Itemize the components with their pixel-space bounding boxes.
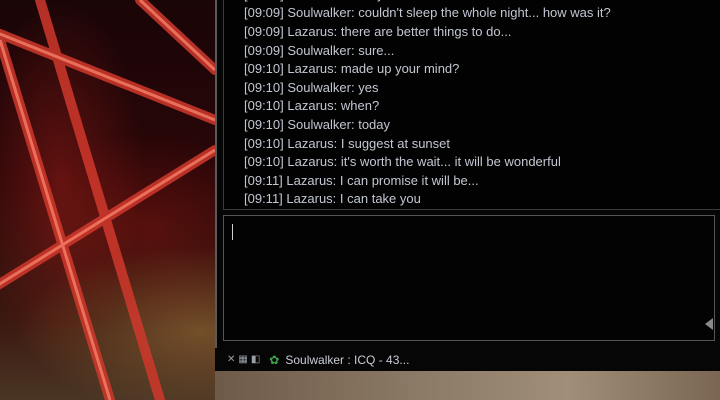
icq-flower-icon: ✿ — [269, 352, 280, 367]
message-time: [09:10] — [244, 154, 284, 170]
message-list: [09:09] Lazarus: already awake? [09:09] S… — [224, 0, 720, 209]
message-separator: : — [333, 98, 341, 114]
wallpaper-pentagram-art — [0, 0, 215, 400]
message-text: I can take you — [339, 191, 421, 207]
message-input[interactable] — [223, 215, 715, 341]
message-time: [09:11] — [244, 172, 283, 188]
message-author: Lazarus — [287, 154, 334, 170]
close-icon[interactable]: ✕ — [227, 354, 235, 365]
message-text: already awake? — [341, 0, 432, 2]
message-separator: : — [333, 135, 341, 151]
message-separator: : — [332, 172, 340, 188]
message-author: Lazarus — [287, 135, 334, 151]
message-author: Lazarus — [287, 61, 334, 77]
text-caret — [232, 224, 233, 240]
chat-message: [09:09] Soulwalker: couldn't sleep the w… — [224, 4, 720, 23]
message-time: [09:11] — [244, 191, 283, 207]
chat-message: [09:10] Lazarus: when? — [224, 97, 720, 116]
taskbar-window-label[interactable]: Soulwalker : ICQ - 43... — [285, 353, 409, 367]
message-time: [09:09] — [244, 0, 284, 2]
taskbar: ✕ ▦ ◧ ✿ Soulwalker : ICQ - 43... — [215, 348, 720, 371]
message-time: [09:10] — [244, 117, 284, 133]
message-time: [09:10] — [244, 98, 284, 114]
message-text: there are better things to do... — [340, 24, 512, 40]
message-history[interactable]: [09:09] Lazarus: already awake? [09:09] S… — [223, 0, 720, 210]
message-text: sure... — [358, 42, 395, 58]
chat-message: [09:10] Soulwalker: today — [224, 116, 720, 135]
message-separator: : — [333, 24, 341, 40]
message-separator: : — [333, 154, 341, 170]
message-text: today — [358, 117, 391, 133]
message-text: it's worth the wait... it will be wonder… — [340, 154, 561, 170]
message-author: Soulwalker — [287, 117, 351, 133]
message-text: I can promise it will be... — [339, 172, 479, 188]
message-separator: : — [332, 191, 340, 207]
message-separator: : — [333, 61, 341, 77]
message-time: [09:09] — [244, 5, 284, 21]
message-author: Lazarus — [287, 98, 334, 114]
message-text: couldn't sleep the whole night... how wa… — [358, 5, 611, 21]
message-time: [09:10] — [244, 135, 284, 151]
message-author: Soulwalker — [287, 79, 351, 95]
message-separator: : — [334, 0, 341, 2]
chat-message: [09:10] Lazarus: it's worth the wait... … — [224, 153, 720, 172]
message-time: [09:09] — [244, 42, 284, 58]
message-text: yes — [358, 79, 379, 95]
desktop-bottom-strip — [215, 371, 720, 400]
message-author: Lazarus — [287, 24, 334, 40]
icq-chat-window: [09:09] Lazarus: already awake? [09:09] S… — [215, 0, 720, 371]
chat-message: [09:10] Soulwalker: yes — [224, 79, 720, 98]
message-time: [09:10] — [244, 61, 284, 77]
chat-message: [09:09] Lazarus: there are better things… — [224, 23, 720, 42]
chat-message: [09:11] Lazarus: I can take you — [224, 190, 720, 209]
chat-message: [09:11] Lazarus: I can promise it will b… — [224, 172, 720, 191]
message-text: made up your mind? — [340, 61, 460, 77]
message-author: Lazarus — [286, 191, 333, 207]
message-author: Lazarus — [286, 172, 333, 188]
grid-icon[interactable]: ▦ — [238, 354, 248, 365]
message-author: Lazarus — [287, 0, 333, 2]
chat-message: [09:09] Soulwalker: sure... — [224, 42, 720, 61]
message-author: Soulwalker — [287, 5, 351, 21]
scroll-left-arrow-icon[interactable] — [705, 318, 713, 330]
message-time: [09:10] — [244, 79, 284, 95]
message-text: when? — [340, 98, 380, 114]
message-time: [09:09] — [244, 24, 284, 40]
window-icon[interactable]: ◧ — [251, 354, 261, 365]
chat-message: [09:10] Lazarus: made up your mind? — [224, 60, 720, 79]
chat-message: [09:10] Lazarus: I suggest at sunset — [224, 135, 720, 154]
message-text: I suggest at sunset — [340, 135, 450, 151]
message-author: Soulwalker — [287, 42, 351, 58]
